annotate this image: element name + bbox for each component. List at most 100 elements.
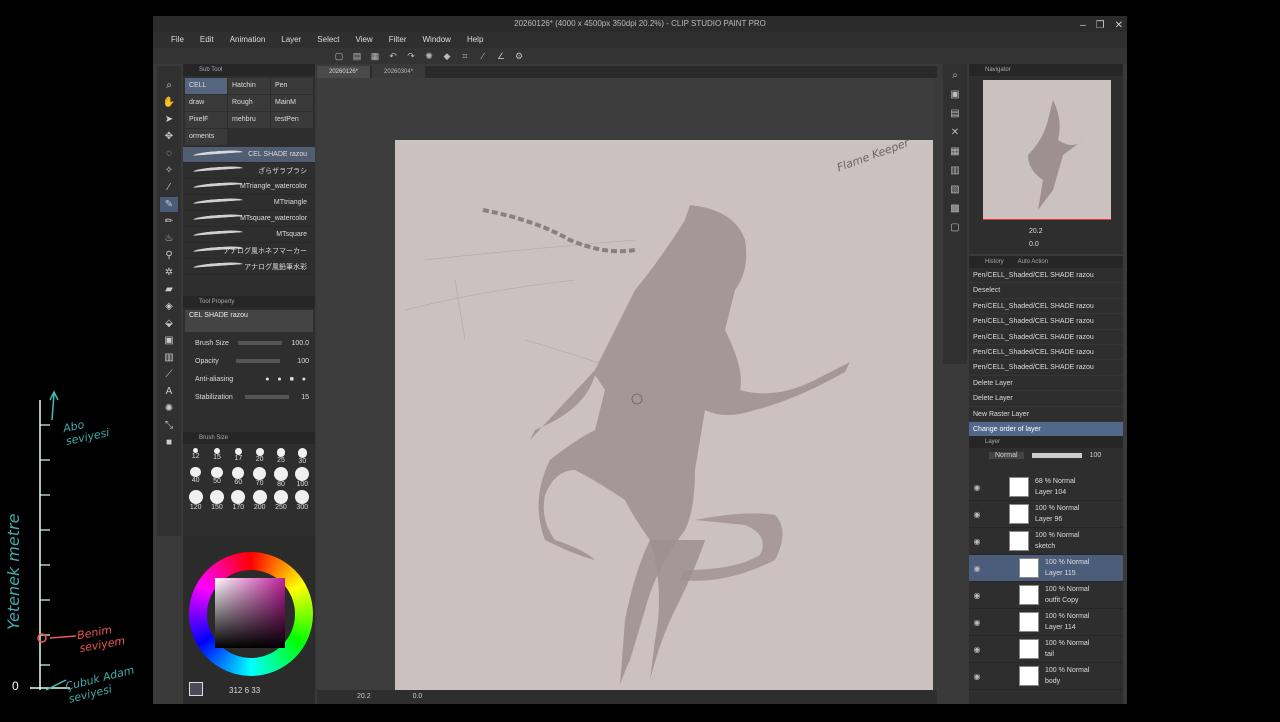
brush-size-option[interactable]: 17: [228, 448, 249, 465]
layer-row[interactable]: ◉ 68 % Normal Layer 104: [969, 474, 1123, 501]
brush-tool-icon[interactable]: ♨: [165, 231, 174, 246]
pen-tool-icon[interactable]: ✎: [160, 197, 178, 212]
decoration-tool-icon[interactable]: ✲: [165, 265, 173, 280]
layer-row[interactable]: ◉ 100 % Normal tail: [969, 636, 1123, 663]
navigator-thumbnail[interactable]: [983, 80, 1111, 220]
group-mehbru[interactable]: mehbru: [228, 112, 270, 128]
brush-size-option[interactable]: 120: [185, 489, 206, 511]
layer-row[interactable]: ◉ 100 % Normal outfit Copy: [969, 582, 1123, 609]
search-icon[interactable]: ⌕: [952, 70, 958, 81]
menu-edit[interactable]: Edit: [192, 32, 222, 48]
panel-toggle-icon[interactable]: ▣: [950, 89, 959, 100]
group-testpen[interactable]: testPen: [271, 112, 313, 128]
brush-size-option[interactable]: 80: [270, 466, 291, 488]
layer-property-icon[interactable]: ▦: [950, 146, 959, 157]
brush-size-option[interactable]: 200: [249, 489, 270, 511]
layer-row[interactable]: ◉ 100 % Normal Layer 96: [969, 501, 1123, 528]
settings-icon[interactable]: ⚙: [513, 51, 525, 62]
lasso-tool-icon[interactable]: ◌: [166, 146, 172, 161]
brush-size-option[interactable]: 20: [249, 448, 270, 465]
save-icon[interactable]: ▦: [369, 51, 381, 62]
brush-size-option[interactable]: 12: [185, 448, 206, 465]
brush-item[interactable]: アナログ風ホネフマーカー: [183, 243, 315, 259]
text-tool-icon[interactable]: A: [166, 384, 173, 399]
history-item[interactable]: Pen/CELL_Shaded/CEL SHADE razou: [969, 345, 1123, 361]
layer-opacity-slider[interactable]: [1031, 452, 1082, 458]
eye-icon[interactable]: ◉: [969, 483, 985, 492]
history-item[interactable]: Pen/CELL_Shaded/CEL SHADE razou: [969, 299, 1123, 315]
menu-help[interactable]: Help: [459, 32, 491, 48]
open-icon[interactable]: ▤: [351, 51, 363, 62]
brush-size-option[interactable]: 30: [292, 448, 313, 465]
gradient-tool-icon[interactable]: ▣: [164, 333, 173, 348]
brush-size-option[interactable]: 40: [185, 466, 206, 488]
brush-item[interactable]: アナログ風鉛筆水彩: [183, 259, 315, 275]
brush-size-option[interactable]: 150: [206, 489, 227, 511]
menu-select[interactable]: Select: [309, 32, 347, 48]
group-draw[interactable]: draw: [185, 95, 227, 111]
history-item[interactable]: Delete Layer: [969, 376, 1123, 392]
transform-icon[interactable]: ⌗: [459, 51, 471, 62]
navigator-angle[interactable]: 0.0: [1029, 241, 1039, 248]
brush-item[interactable]: CEL SHADE razou: [183, 147, 315, 163]
frame-tool-icon[interactable]: ▥: [164, 350, 173, 365]
brush-size-option[interactable]: 70: [249, 466, 270, 488]
snap-icon[interactable]: ∕: [477, 51, 489, 61]
redo-icon[interactable]: ↷: [405, 51, 417, 62]
layer-row[interactable]: ◉ 100 % Normal Layer 114: [969, 609, 1123, 636]
group-rough[interactable]: Rough: [228, 95, 270, 111]
history-item[interactable]: Pen/CELL_Shaded/CEL SHADE razou: [969, 330, 1123, 345]
brush-item[interactable]: MTtriangle: [183, 195, 315, 211]
pencil-tool-icon[interactable]: ✏: [165, 214, 173, 229]
drawing-canvas[interactable]: Flame Keeper: [395, 140, 933, 690]
group-cell[interactable]: CELL: [185, 78, 227, 94]
eyedropper-tool-icon[interactable]: ⁄: [168, 180, 170, 195]
status-zoom[interactable]: 20.2: [357, 693, 371, 700]
history-item[interactable]: Pen/CELL_Shaded/CEL SHADE razou: [969, 268, 1123, 284]
history-item[interactable]: Pen/CELL_Shaded/CEL SHADE razou: [969, 314, 1123, 330]
menu-layer[interactable]: Layer: [273, 32, 309, 48]
current-color-swatch[interactable]: [189, 682, 203, 696]
tab-document-2[interactable]: 20260304*: [372, 66, 426, 78]
group-orments[interactable]: orments: [185, 129, 227, 145]
brush-item[interactable]: ざらザラブラシ: [183, 163, 315, 179]
status-angle[interactable]: 0.0: [413, 693, 423, 700]
history-item[interactable]: Pen/CELL_Shaded/CEL SHADE razou: [969, 360, 1123, 376]
brush-size-option[interactable]: 170: [228, 489, 249, 511]
menu-filter[interactable]: Filter: [381, 32, 415, 48]
eye-icon[interactable]: ◉: [969, 672, 985, 681]
ruler-tool-icon[interactable]: ⟋: [166, 367, 173, 382]
eye-icon[interactable]: ◉: [969, 618, 985, 627]
info-icon[interactable]: ▢: [950, 222, 959, 233]
layer-row[interactable]: ◉ 100 % Normal Layer 115: [969, 555, 1123, 582]
airbrush-tool-icon[interactable]: ⚲: [165, 248, 172, 263]
fill-tool-icon[interactable]: ⬙: [165, 316, 173, 331]
hand-tool-icon[interactable]: ✋: [163, 95, 175, 110]
brush-item[interactable]: MTsquare_watercolor: [183, 211, 315, 227]
opacity-row[interactable]: Opacity 100: [183, 352, 315, 370]
palette-icon[interactable]: ▥: [950, 165, 959, 176]
brush-size-option[interactable]: 15: [206, 448, 227, 465]
brush-size-option[interactable]: 60: [228, 466, 249, 488]
brush-item[interactable]: MTsquare: [183, 227, 315, 243]
history-item[interactable]: Deselect: [969, 283, 1123, 299]
tab-document-1[interactable]: 20260126*: [317, 66, 371, 78]
group-pixelf[interactable]: PixelF: [185, 112, 227, 128]
brush-size-option[interactable]: 250: [270, 489, 291, 511]
layer-row[interactable]: ◉ 100 % Normal body: [969, 663, 1123, 690]
ruler-snap-icon[interactable]: ∠: [495, 51, 507, 62]
history-item[interactable]: Change order of layer: [969, 421, 1123, 438]
timeline-icon[interactable]: ▧: [950, 184, 959, 195]
new-icon[interactable]: ▢: [333, 51, 345, 62]
brush-item[interactable]: MTriangle_watercolor: [183, 179, 315, 195]
eye-icon[interactable]: ◉: [969, 645, 985, 654]
clear-icon[interactable]: ✺: [423, 51, 435, 62]
menu-animation[interactable]: Animation: [222, 32, 274, 48]
history-item[interactable]: Delete Layer: [969, 391, 1123, 407]
group-hatching[interactable]: Hatchin: [228, 78, 270, 94]
menu-window[interactable]: Window: [415, 32, 459, 48]
wand-tool-icon[interactable]: ✧: [165, 163, 173, 178]
blend-mode-select[interactable]: Normal: [989, 451, 1024, 459]
eye-icon[interactable]: ◉: [969, 537, 985, 546]
navigator-zoom[interactable]: 20.2: [1029, 228, 1043, 235]
